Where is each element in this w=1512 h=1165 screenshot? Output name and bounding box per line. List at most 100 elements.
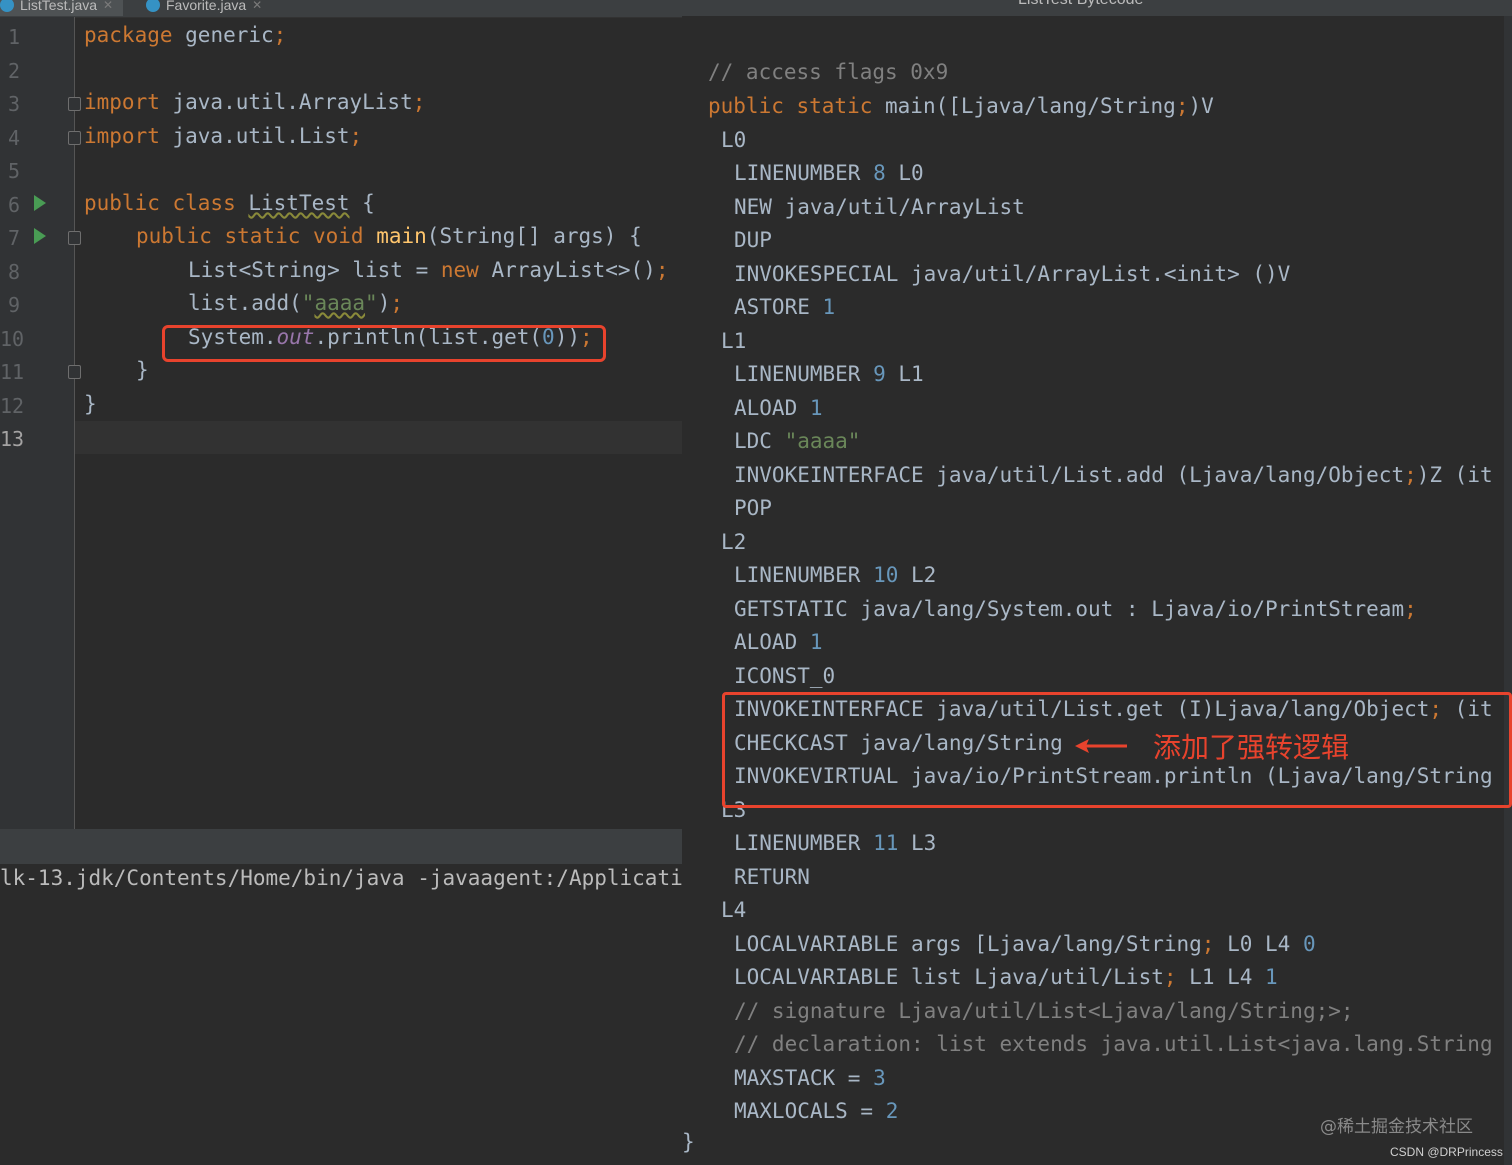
- bytecode-line: ASTORE 1: [734, 295, 835, 319]
- line-number: 8: [7, 260, 20, 284]
- bytecode-line: INVOKEINTERFACE java/util/List.add (Ljav…: [734, 463, 1493, 487]
- line-number: 1: [7, 25, 20, 49]
- code-line-7[interactable]: public static void main(String[] args) {: [136, 220, 642, 253]
- keyword: new: [440, 258, 479, 282]
- bytecode-title: ListTest Bytecode: [1018, 0, 1143, 9]
- signature-end: )V: [1188, 94, 1214, 118]
- operand: )Z (it: [1416, 463, 1493, 487]
- bytecode-line: LOCALVARIABLE list Ljava/util/List; L1 L…: [734, 965, 1278, 989]
- terminal-header: [0, 829, 682, 864]
- run-class-icon[interactable]: [34, 195, 46, 211]
- opcode: LOCALVARIABLE list Ljava/util/List: [734, 965, 1164, 989]
- opcode: LDC: [734, 429, 785, 453]
- line-number: 6: [7, 193, 20, 217]
- opcode: LINENUMBER: [734, 563, 874, 587]
- tab-favorite[interactable]: Favorite.java ✕: [146, 0, 262, 16]
- opcode: ALOAD: [734, 630, 810, 654]
- close-icon[interactable]: ✕: [103, 0, 113, 12]
- operand: L1: [885, 362, 924, 386]
- code-line-12[interactable]: }: [84, 388, 97, 421]
- code-line-8[interactable]: List<String> list = new ArrayList<>();: [188, 254, 668, 287]
- number: 1: [809, 396, 823, 420]
- fold-icon[interactable]: [68, 131, 81, 145]
- identifier: java.util.List: [159, 124, 350, 148]
- code-line-3[interactable]: import java.util.ArrayList;: [84, 86, 425, 119]
- line-number: 7: [7, 226, 20, 250]
- bytecode-line: LINENUMBER 8 L0: [734, 161, 924, 185]
- close-icon[interactable]: ✕: [252, 0, 262, 12]
- line-number: 11: [0, 360, 25, 384]
- bytecode-method-signature: public static main([Ljava/lang/String;)V: [708, 94, 1214, 118]
- semicolon: ;: [390, 291, 403, 315]
- operand: L3: [898, 831, 937, 855]
- bytecode-line: ALOAD 1: [734, 630, 823, 654]
- opcode: MAXSTACK =: [734, 1066, 874, 1090]
- bytecode-line: LINENUMBER 9 L1: [734, 362, 924, 386]
- fold-icon[interactable]: [68, 97, 81, 111]
- code-line-6[interactable]: public class ListTest {: [84, 187, 375, 220]
- annotation-note: 添加了强转逻辑: [1153, 731, 1350, 764]
- line-number: 9: [7, 293, 20, 317]
- identifier: generic: [172, 23, 274, 47]
- semicolon: ;: [1404, 597, 1417, 621]
- bytecode-comment: // access flags 0x9: [708, 60, 949, 84]
- code-line-11[interactable]: }: [136, 354, 149, 387]
- opcode: LOCALVARIABLE args [Ljava/lang/String: [734, 932, 1202, 956]
- keyword: package: [84, 23, 173, 47]
- code-line-1[interactable]: package generic;: [84, 19, 286, 52]
- code-line-9[interactable]: list.add("aaaa");: [188, 287, 403, 320]
- code-line-4[interactable]: import java.util.List;: [84, 120, 362, 153]
- vertical-scrollbar[interactable]: [1504, 16, 1512, 1165]
- bytecode-comment: // declaration: list extends java.util.L…: [734, 1032, 1493, 1056]
- number: 2: [885, 1099, 899, 1123]
- fold-icon[interactable]: [68, 365, 81, 379]
- number: 1: [822, 295, 836, 319]
- line-number: 3: [7, 92, 20, 116]
- number: 8: [873, 161, 886, 185]
- bytecode-line: LINENUMBER 11 L3: [734, 831, 936, 855]
- bytecode-closing-brace: }: [682, 1130, 695, 1154]
- terminal-output: [0, 864, 682, 1165]
- number: 3: [873, 1066, 886, 1090]
- bytecode-label: L4: [721, 898, 747, 922]
- operand: L1 L4: [1176, 965, 1266, 989]
- tab-listtest[interactable]: ListTest.java ✕: [0, 0, 124, 16]
- opcode: LINENUMBER: [734, 161, 874, 185]
- brace: }: [136, 358, 149, 382]
- bytecode-line: LDC "aaaa": [734, 429, 860, 453]
- semicolon: ;: [655, 258, 669, 282]
- keyword: import: [84, 90, 160, 114]
- bytecode-line: ICONST_0: [734, 664, 836, 688]
- semicolon: ;: [1404, 463, 1417, 487]
- bytecode-line: MAXSTACK = 3: [734, 1066, 886, 1090]
- semicolon: ;: [1175, 94, 1189, 118]
- semicolon: ;: [273, 23, 287, 47]
- line-number-current: 13: [0, 427, 25, 451]
- params: (String[] args) {: [426, 224, 642, 248]
- string-quote: ": [365, 291, 378, 315]
- semicolon: ;: [349, 124, 363, 148]
- opcode: MAXLOCALS =: [734, 1099, 886, 1123]
- watermark-csdn: CSDN @DRPrincess: [1390, 1145, 1503, 1159]
- number: 11: [873, 831, 899, 855]
- brace: }: [84, 392, 97, 416]
- semicolon: ;: [412, 90, 426, 114]
- signature: main([Ljava/lang/String: [885, 94, 1176, 118]
- keyword: public class: [84, 191, 249, 215]
- bytecode-title-bar: ListTest Bytecode: [682, 0, 1512, 16]
- operand: L2: [898, 563, 937, 587]
- java-class-icon: [146, 0, 160, 12]
- bytecode-line: INVOKESPECIAL java/util/ArrayList.<init>…: [734, 262, 1291, 286]
- terminal-command-line: lk-13.jdk/Contents/Home/bin/java -javaag…: [0, 866, 682, 890]
- tab-label: ListTest.java: [20, 0, 98, 13]
- number: 1: [1265, 965, 1278, 989]
- number: 10: [873, 563, 899, 587]
- bytecode-label: L2: [721, 530, 747, 554]
- run-main-icon[interactable]: [34, 228, 46, 244]
- string-literal: aaaa: [314, 291, 366, 315]
- bytecode-line: RETURN: [734, 865, 810, 889]
- bytecode-comment: // signature Ljava/util/List<Ljava/lang/…: [734, 999, 1354, 1023]
- fold-icon[interactable]: [68, 231, 81, 245]
- tab-label: Favorite.java: [166, 0, 247, 13]
- number: 9: [873, 362, 886, 386]
